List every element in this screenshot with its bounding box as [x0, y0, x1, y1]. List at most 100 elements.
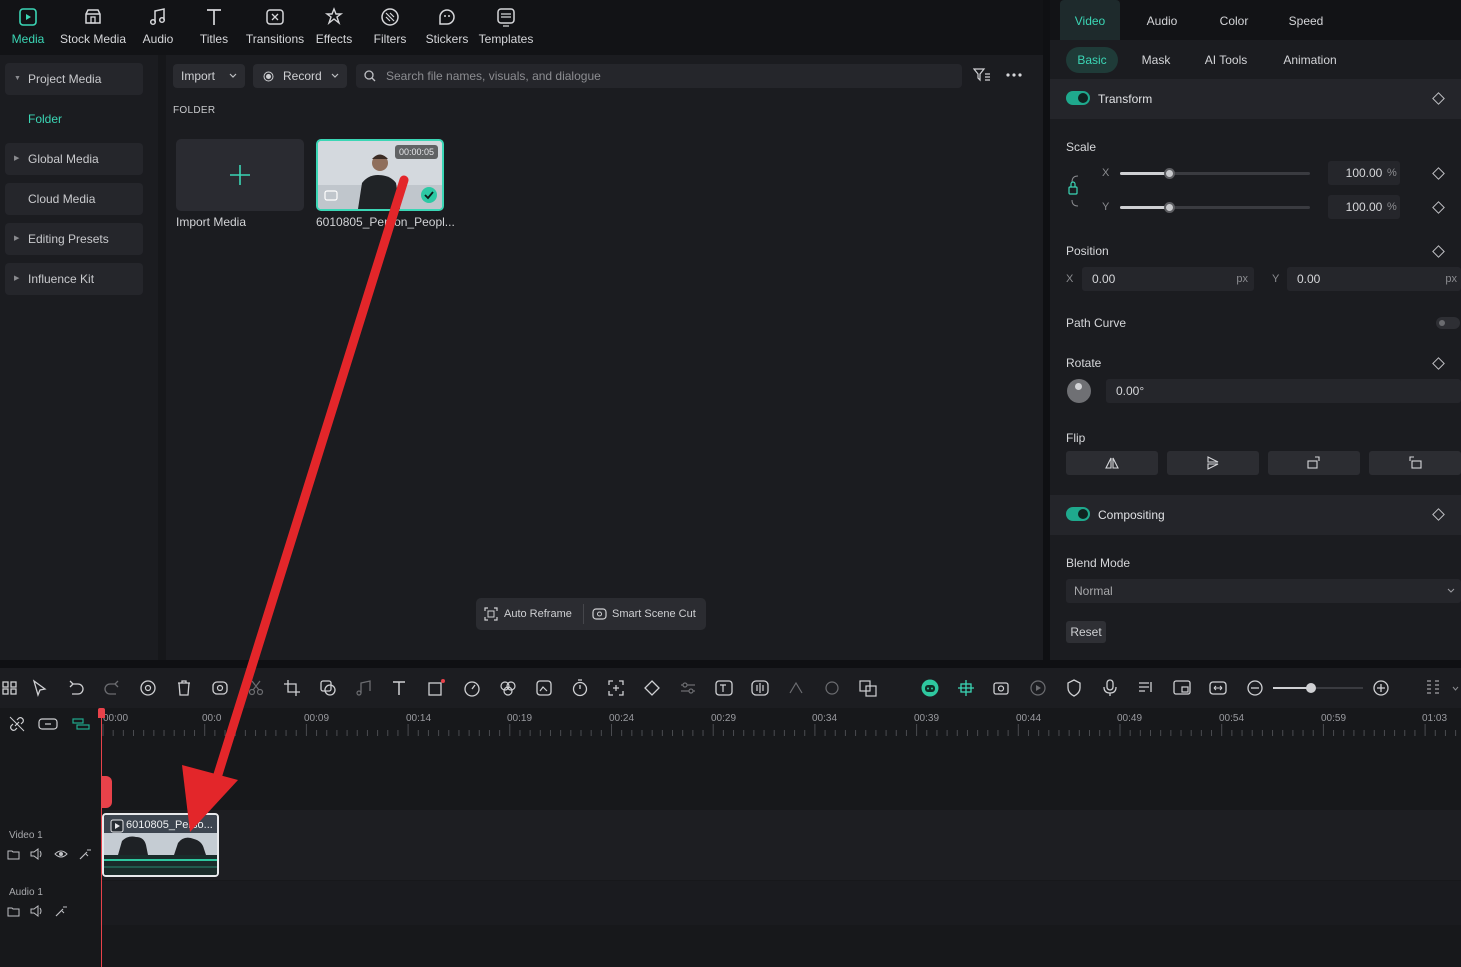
chevron-down-icon[interactable] [1452, 686, 1459, 691]
crop-icon[interactable] [282, 678, 302, 698]
toolbar-stock-media[interactable]: Stock Media [58, 0, 128, 55]
shape-icon[interactable] [426, 678, 446, 698]
fit-timeline-icon[interactable] [1208, 678, 1228, 698]
transform-toggle[interactable] [1066, 91, 1090, 105]
zoom-in-icon[interactable] [1371, 678, 1391, 698]
ai-copilot-icon[interactable] [920, 678, 940, 698]
rotate-right-button[interactable] [1268, 451, 1360, 475]
scale-y-slider[interactable] [1120, 202, 1310, 213]
text-icon[interactable] [390, 678, 410, 698]
scale-x-slider[interactable] [1120, 168, 1310, 179]
snap-icon[interactable] [956, 678, 976, 698]
audio-list-icon[interactable] [1136, 678, 1156, 698]
slider-knob[interactable] [1164, 202, 1175, 213]
ai-audio-icon[interactable] [138, 678, 158, 698]
video-track-lane[interactable] [100, 810, 1461, 880]
flip-horizontal-button[interactable] [1066, 451, 1158, 475]
subtab-mask[interactable]: Mask [1132, 47, 1180, 73]
toolbar-transitions[interactable]: Transitions [244, 0, 306, 55]
layout-menu-icon[interactable] [1423, 678, 1443, 698]
flip-vertical-button[interactable] [1167, 451, 1259, 475]
speaker-icon[interactable] [30, 848, 44, 860]
grid-layout-icon[interactable] [0, 678, 20, 698]
ai-cutout-icon[interactable] [210, 678, 230, 698]
zoom-out-icon[interactable] [1245, 678, 1265, 698]
sidebar-item-cloud-media[interactable]: Cloud Media [5, 183, 143, 215]
keyframe-diamond-icon[interactable] [1432, 92, 1445, 105]
filter-icon[interactable] [973, 67, 991, 83]
position-y-input[interactable]: 0.00 px [1287, 267, 1461, 291]
import-dropdown[interactable]: Import [173, 64, 245, 88]
tab-audio[interactable]: Audio [1132, 0, 1192, 40]
scissors-icon[interactable] [246, 678, 266, 698]
mask-icon[interactable] [318, 678, 338, 698]
subtab-ai-tools[interactable]: AI Tools [1196, 47, 1256, 73]
smart-scene-cut-button[interactable]: Smart Scene Cut [592, 598, 696, 630]
stabilize-icon[interactable] [786, 678, 806, 698]
toolbar-templates[interactable]: Templates [476, 0, 536, 55]
playhead-marker[interactable] [101, 776, 112, 808]
tab-speed[interactable]: Speed [1276, 0, 1336, 40]
timeline-video-clip[interactable]: 6010805_Perso... [102, 813, 219, 877]
ai-image-icon[interactable] [534, 678, 554, 698]
keyframe-diamond-icon[interactable] [1432, 201, 1445, 214]
add-track-icon[interactable] [38, 717, 58, 731]
sidebar-item-global-media[interactable]: ▶ Global Media [5, 143, 143, 175]
toolbar-audio[interactable]: Audio [136, 0, 180, 55]
adjust-icon[interactable] [678, 678, 698, 698]
audio-edit-icon[interactable] [354, 678, 374, 698]
subtab-basic[interactable]: Basic [1066, 47, 1118, 73]
audio-wave-icon[interactable] [750, 678, 770, 698]
eye-icon[interactable] [54, 849, 68, 859]
auto-reframe-button[interactable]: Auto Reframe [484, 598, 572, 630]
folder-icon[interactable] [7, 906, 20, 917]
toolbar-titles[interactable]: Titles [192, 0, 236, 55]
sidebar-item-influence-kit[interactable]: ▶ Influence Kit [5, 263, 143, 295]
playhead-handle[interactable] [98, 708, 105, 718]
compositing-section-header[interactable]: Compositing [1050, 495, 1461, 535]
more-options-icon[interactable] [1005, 72, 1023, 78]
denoise-icon[interactable] [822, 678, 842, 698]
position-x-input[interactable]: 0.00 px [1082, 267, 1254, 291]
rotate-left-button[interactable] [1369, 451, 1461, 475]
auto-reframe-icon[interactable] [606, 678, 626, 698]
rotate-input[interactable]: 0.00° [1106, 379, 1461, 403]
toolbar-media[interactable]: Media [6, 0, 50, 55]
sidebar-item-folder[interactable]: Folder [5, 103, 143, 135]
record-dropdown[interactable]: Record [253, 64, 347, 88]
blend-mode-select[interactable]: Normal [1066, 579, 1461, 603]
toolbar-stickers[interactable]: Stickers [424, 0, 470, 55]
ai-text-icon[interactable] [714, 678, 734, 698]
toolbar-filters[interactable]: Filters [368, 0, 412, 55]
search-input[interactable]: Search file names, visuals, and dialogue [356, 64, 962, 88]
compositing-toggle[interactable] [1066, 507, 1090, 521]
audio-track-lane[interactable] [100, 881, 1461, 925]
redo-icon[interactable] [102, 678, 122, 698]
zoom-slider[interactable] [1273, 683, 1363, 693]
magic-wand-icon[interactable] [54, 905, 67, 918]
delete-icon[interactable] [174, 678, 194, 698]
timeline-ruler[interactable]: 00:00 00:0 00:09 00:14 00:19 00:24 00:29… [100, 708, 1461, 740]
tab-video[interactable]: Video [1060, 0, 1120, 40]
play-circle-icon[interactable] [1028, 678, 1048, 698]
timer-icon[interactable] [570, 678, 590, 698]
magic-wand-icon[interactable] [78, 848, 91, 861]
track-manager-icon[interactable] [72, 717, 90, 731]
slider-knob[interactable] [1164, 168, 1175, 179]
tab-color[interactable]: Color [1204, 0, 1264, 40]
path-curve-toggle[interactable] [1436, 317, 1460, 329]
keyframe-diamond-icon[interactable] [1432, 245, 1445, 258]
playhead[interactable] [98, 708, 105, 967]
media-clip-thumbnail[interactable]: 00:00:05 [316, 139, 444, 211]
rotate-dial[interactable] [1067, 379, 1091, 403]
toolbar-effects[interactable]: Effects [312, 0, 356, 55]
speed-icon[interactable] [462, 678, 482, 698]
shield-icon[interactable] [1064, 678, 1084, 698]
sidebar-item-project-media[interactable]: ▼ Project Media [5, 63, 143, 95]
import-media-card[interactable] [176, 139, 304, 211]
transform-section-header[interactable]: Transform [1050, 79, 1461, 119]
render-preview-icon[interactable] [992, 678, 1012, 698]
keyframe-icon[interactable] [642, 678, 662, 698]
sidebar-item-editing-presets[interactable]: ▶ Editing Presets [5, 223, 143, 255]
select-cursor-icon[interactable] [30, 678, 50, 698]
